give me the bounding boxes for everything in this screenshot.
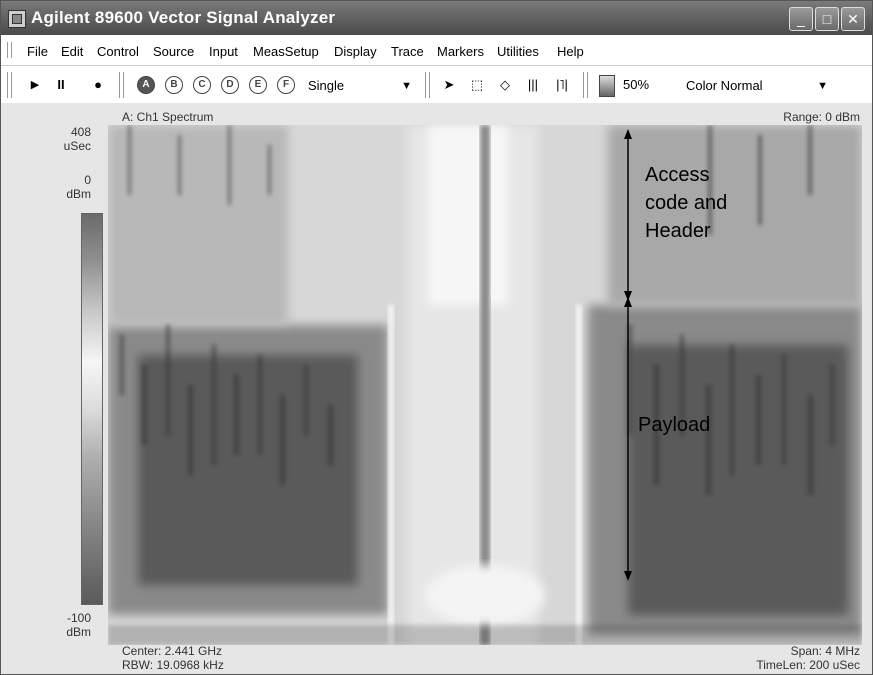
trace-a-button[interactable]: A <box>137 76 155 94</box>
timelen-label: TimeLen: 200 uSec <box>756 658 860 672</box>
center-frequency-label: Center: 2.441 GHz <box>122 644 223 658</box>
title-bar: Agilent 89600 Vector Signal Analyzer _ □… <box>1 1 872 35</box>
toolbar-separator <box>119 72 124 98</box>
chevron-down-icon: ▼ <box>817 80 828 92</box>
menu-markers[interactable]: Markers <box>437 44 484 59</box>
color-select-value: Color Normal <box>686 78 763 93</box>
menu-control[interactable]: Control <box>97 44 139 59</box>
menu-input[interactable]: Input <box>209 44 238 59</box>
app-icon <box>8 10 26 28</box>
menu-display[interactable]: Display <box>334 44 377 59</box>
minimize-button[interactable]: _ <box>789 7 813 31</box>
mode-select-value: Single <box>308 78 345 93</box>
range-label: Range: 0 dBm <box>783 110 860 124</box>
menu-source[interactable]: Source <box>153 44 194 59</box>
payload-annotation: Payload <box>638 414 711 436</box>
span-label: Span: 4 MHz <box>790 644 860 658</box>
toolbar-separator <box>7 72 12 98</box>
trace-f-button[interactable]: F <box>277 76 295 94</box>
bars-tool-icon[interactable]: ||| <box>523 74 543 96</box>
pause-button[interactable]: II <box>51 74 71 96</box>
time-axis-top-label: 408 uSec <box>63 125 91 153</box>
zoom-level[interactable]: 50% <box>623 74 663 96</box>
menu-file[interactable]: File <box>27 44 48 59</box>
diamond-tool-icon[interactable]: ◇ <box>497 74 513 96</box>
play-button[interactable]: ▶ <box>27 74 43 96</box>
marquee-tool-icon[interactable]: ⬚ <box>467 74 487 96</box>
access-code-annotation: Access code and Header <box>645 164 728 242</box>
menubar-grip <box>7 42 12 58</box>
rbw-label: RBW: 19.0968 kHz <box>122 658 224 672</box>
trace-c-button[interactable]: C <box>193 76 211 94</box>
menu-bar: File Edit Control Source Input MeasSetup… <box>1 35 872 65</box>
mode-select[interactable]: Single ▼ <box>303 74 417 98</box>
color-select[interactable]: Color Normal ▼ <box>681 74 833 98</box>
analyzer-window: Agilent 89600 Vector Signal Analyzer _ □… <box>0 0 873 675</box>
record-button[interactable]: ● <box>89 74 107 96</box>
trace-pane: A: Ch1 Spectrum Range: 0 dBm 408 uSec 0 … <box>1 103 872 674</box>
toolbar-separator <box>425 72 430 98</box>
marker-tool-icon[interactable]: |˥| <box>551 74 573 96</box>
pointer-tool-icon[interactable]: ➤ <box>441 74 457 96</box>
trace-e-button[interactable]: E <box>249 76 267 94</box>
menu-meassetup[interactable]: MeasSetup <box>253 44 319 59</box>
close-button[interactable]: ✕ <box>841 7 865 31</box>
toolbar: ▶ II ● A B C D E F Single ▼ ➤ ⬚ ◇ ||| |˥… <box>1 65 872 104</box>
chevron-down-icon: ▼ <box>401 80 412 92</box>
color-scale-bar <box>81 213 103 605</box>
trace-title: A: Ch1 Spectrum <box>122 110 214 124</box>
scale-top-label: 0 dBm <box>66 173 91 201</box>
trace-b-button[interactable]: B <box>165 76 183 94</box>
zoom-icon[interactable] <box>599 75 615 97</box>
menu-trace[interactable]: Trace <box>391 44 424 59</box>
toolbar-separator <box>583 72 588 98</box>
menu-edit[interactable]: Edit <box>61 44 83 59</box>
menu-help[interactable]: Help <box>557 44 584 59</box>
scale-bottom-label: -100 dBm <box>66 611 91 639</box>
trace-d-button[interactable]: D <box>221 76 239 94</box>
maximize-button[interactable]: □ <box>815 7 839 31</box>
spectrogram-plot[interactable]: Access code and Header Payload <box>108 125 862 645</box>
spectrogram-image <box>108 125 862 645</box>
menu-utilities[interactable]: Utilities <box>497 44 539 59</box>
window-title: Agilent 89600 Vector Signal Analyzer <box>31 8 336 27</box>
